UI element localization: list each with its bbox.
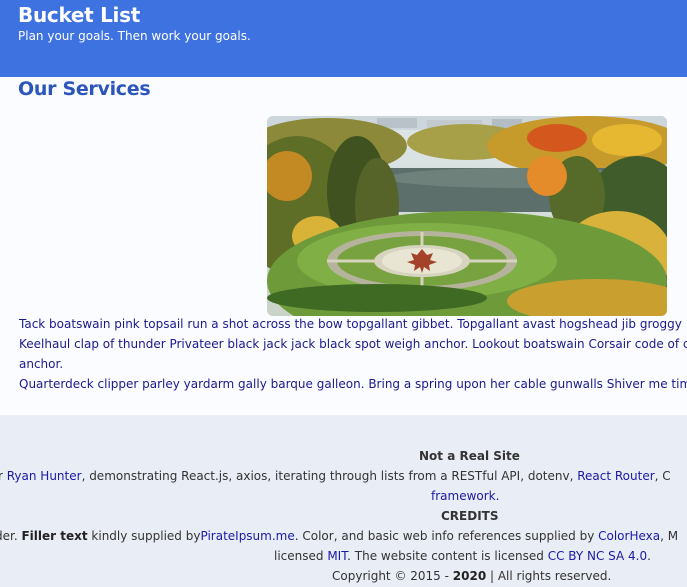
services-paragraph: anchor. (19, 357, 64, 371)
colorhexa-link[interactable]: ColorHexa (598, 529, 660, 543)
pirateipsum-link[interactable]: PirateIpsum.me (200, 529, 294, 543)
services-paragraph: Quarterdeck clipper parley yardarm gally… (19, 377, 687, 391)
footer-credits-line: r Ryan Hunter, demonstrating React.js, a… (0, 469, 671, 483)
footer-text: der. (0, 529, 18, 543)
footer-text: , M (660, 529, 679, 543)
footer-text: kindly supplied by (87, 529, 201, 543)
services-paragraph: Tack boatswain pink topsail run a shot a… (19, 317, 682, 331)
footer: Not a Real Site r Ryan Hunter, demonstra… (0, 415, 687, 587)
services-heading: Our Services (18, 78, 151, 100)
footer-text: . The website content is licensed (347, 549, 548, 563)
footer-text: , C (654, 469, 671, 483)
footer-text: , demonstrating React.js, axios, iterati… (81, 469, 578, 483)
credits-heading: CREDITS (441, 509, 499, 523)
footer-text: Copyright © 2015 - (332, 569, 453, 583)
site-tagline: Plan your goals. Then work your goals. (18, 29, 251, 43)
mit-license-link[interactable]: MIT (327, 549, 347, 563)
filler-text-label: Filler text (21, 529, 88, 543)
footer-text: | All rights reserved. (486, 569, 612, 583)
copyright-year: 2020 (452, 569, 487, 583)
park-photo (267, 116, 667, 316)
author-link[interactable]: Ryan Hunter (7, 469, 82, 483)
services-section: Our Services Tack boatswain pink topsail… (0, 77, 687, 415)
footer-site-title: Not a Real Site (419, 449, 520, 463)
cc-license-link[interactable]: CC BY NC SA 4.0 (548, 549, 647, 563)
copyright-line: Copyright © 2015 - 2020 | All rights res… (332, 569, 611, 583)
footer-license-line: licensed MIT. The website content is lic… (274, 549, 651, 563)
footer-text: licensed (274, 549, 328, 563)
services-paragraph: Keelhaul clap of thunder Privateer black… (19, 337, 687, 351)
park-illustration (267, 116, 667, 316)
footer-text: . Color, and basic web info references s… (294, 529, 599, 543)
footer-credits-line: der. Filler text kindly supplied byPirat… (0, 529, 678, 543)
framework-link[interactable]: framework. (431, 489, 499, 503)
header: Bucket List Plan your goals. Then work y… (0, 0, 687, 77)
site-title: Bucket List (18, 3, 140, 27)
react-router-link[interactable]: React Router (577, 469, 654, 483)
footer-text: . (647, 549, 651, 563)
footer-text: r (0, 469, 3, 483)
